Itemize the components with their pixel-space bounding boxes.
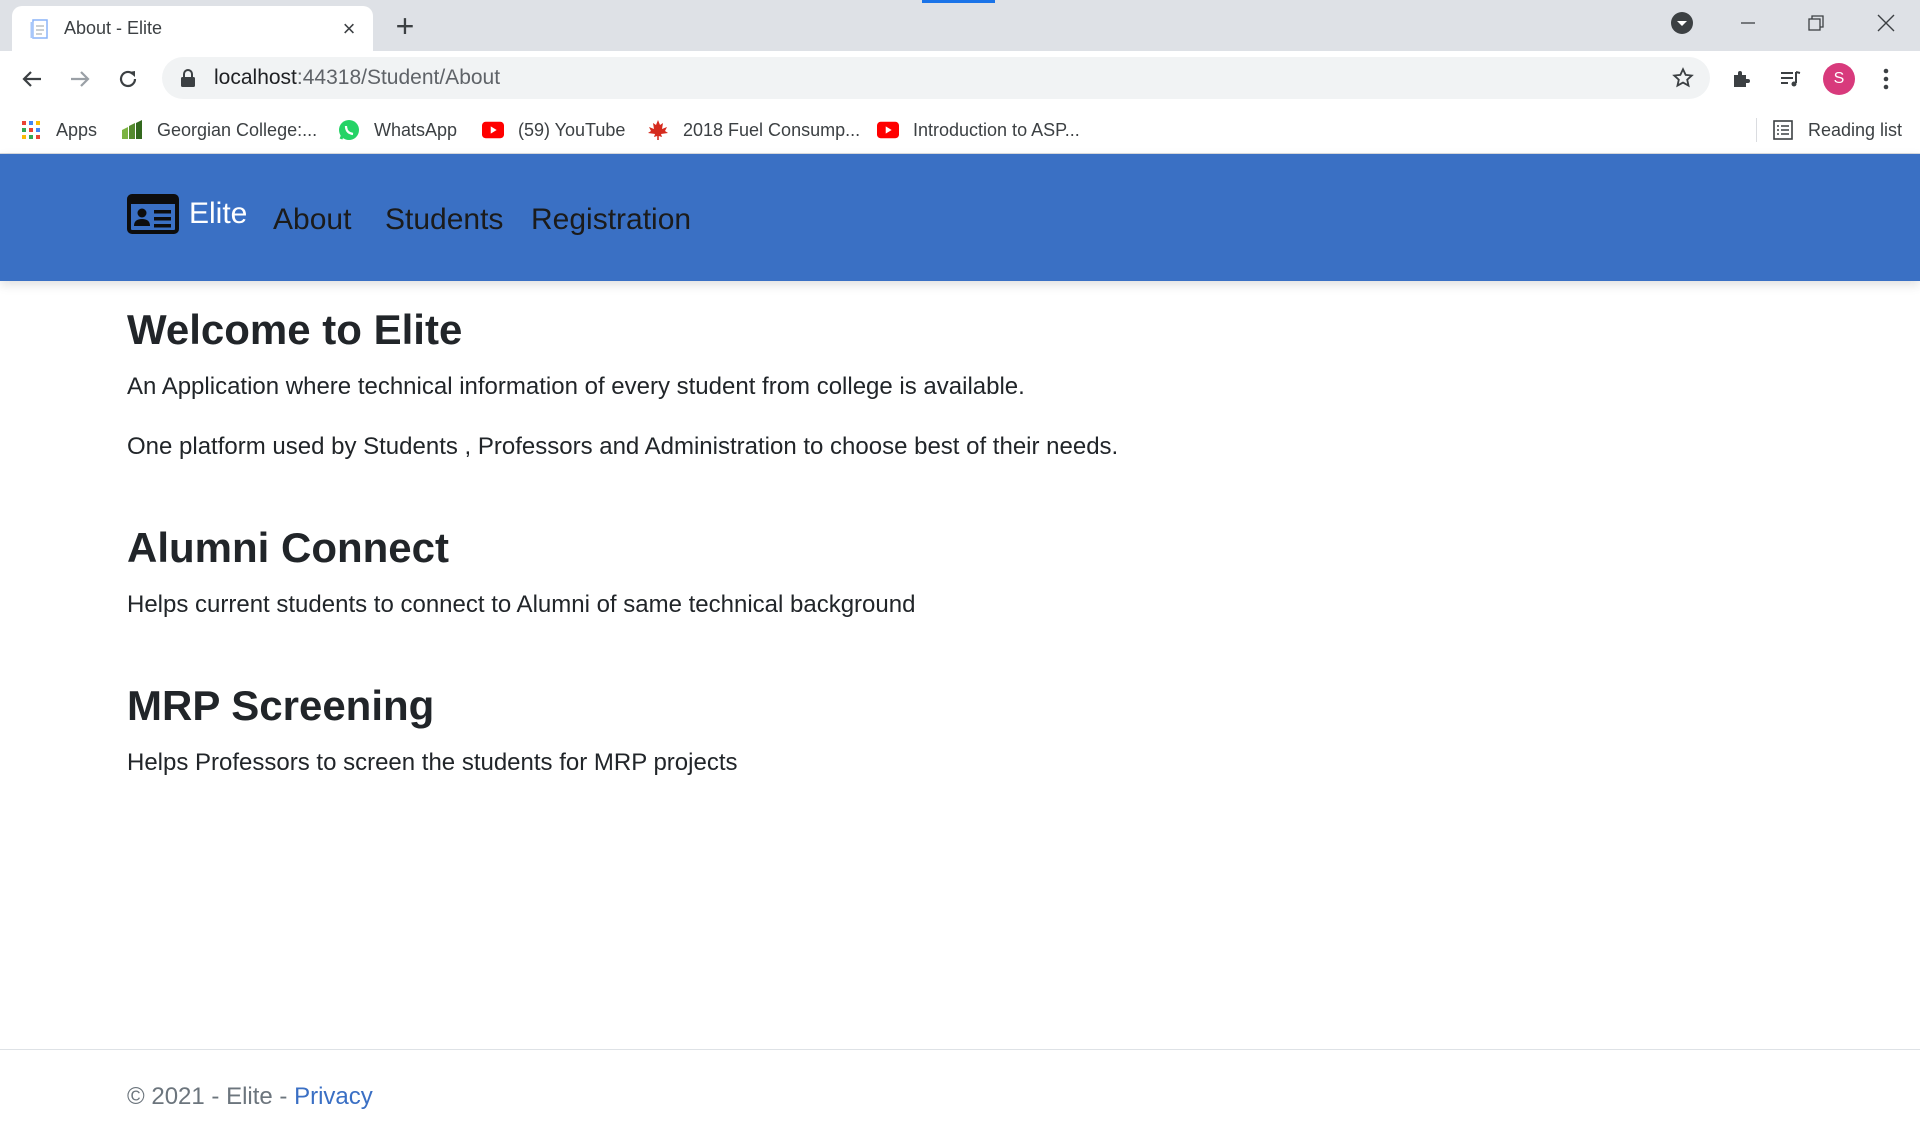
new-tab-button[interactable]: + [390, 10, 420, 42]
tab-indicator [922, 0, 995, 3]
youtube-icon [877, 119, 899, 141]
site-navbar: Elite About Students Registration [0, 154, 1920, 281]
bookmarks-divider [1756, 118, 1757, 142]
georgian-college-icon [121, 119, 143, 141]
tab-strip: About - Elite × + [0, 0, 1920, 51]
media-control-icon[interactable] [1772, 61, 1808, 97]
close-tab-icon[interactable]: × [339, 17, 359, 39]
bookmark-label: Introduction to ASP... [913, 119, 1080, 140]
welcome-paragraph-2: One platform used by Students , Professo… [127, 433, 1119, 460]
reload-icon[interactable] [110, 61, 146, 97]
url-path: :44318/Student/About [296, 66, 501, 89]
bookmark-label: Georgian College:... [157, 119, 318, 140]
tab-search-icon[interactable] [1662, 6, 1702, 40]
forward-icon[interactable] [62, 61, 98, 97]
nav-link-about[interactable]: About [273, 203, 351, 237]
footer-divider [0, 1049, 1920, 1050]
bookmark-label: (59) YouTube [518, 119, 626, 140]
id-card-icon [127, 194, 179, 234]
footer: © 2021 - Elite - Privacy [127, 1083, 373, 1111]
bookmark-label: 2018 Fuel Consump... [683, 119, 861, 140]
reading-list-label: Reading list [1808, 119, 1903, 140]
back-icon[interactable] [14, 61, 50, 97]
bookmark-label: WhatsApp [374, 119, 458, 140]
more-menu-icon[interactable] [1868, 61, 1904, 97]
reading-list-icon [1772, 119, 1794, 141]
youtube-icon [482, 119, 504, 141]
mrp-heading: MRP Screening [127, 682, 435, 729]
alumni-paragraph: Helps current students to connect to Alu… [127, 591, 916, 618]
bookmark-whatsapp[interactable]: WhatsApp [338, 106, 457, 154]
footer-copyright: © 2021 - Elite - [127, 1083, 295, 1110]
brand-name: Elite [189, 197, 248, 230]
bookmark-youtube[interactable]: (59) YouTube [482, 106, 625, 154]
close-window-icon[interactable] [1866, 6, 1906, 40]
apps-grid-icon [20, 119, 42, 141]
bookmark-star-icon[interactable] [1672, 67, 1694, 89]
mrp-paragraph: Helps Professors to screen the students … [127, 749, 738, 776]
tab-title: About - Elite [64, 18, 163, 38]
lock-icon [181, 69, 195, 87]
brand-link[interactable]: Elite [127, 194, 247, 234]
bookmark-intro-asp[interactable]: Introduction to ASP... [877, 106, 1080, 154]
bookmark-fuel-consumption[interactable]: 2018 Fuel Consump... [647, 106, 860, 154]
profile-avatar[interactable]: S [1823, 63, 1855, 95]
url-text: localhost:44318/Student/About [214, 66, 500, 90]
bookmark-label: Apps [56, 119, 98, 140]
nav-link-registration[interactable]: Registration [531, 203, 691, 237]
url-host: localhost [214, 66, 297, 89]
restore-icon[interactable] [1796, 6, 1836, 40]
whatsapp-icon [338, 119, 360, 141]
bookmarks-bar: Apps Georgian College:... WhatsApp (59) … [0, 106, 1920, 154]
bookmark-georgian-college[interactable]: Georgian College:... [121, 106, 317, 154]
minimize-icon[interactable] [1728, 6, 1768, 40]
privacy-link[interactable]: Privacy [294, 1083, 373, 1110]
reading-list-button[interactable]: Reading list [1772, 106, 1902, 154]
alumni-heading: Alumni Connect [127, 524, 449, 571]
bookmark-apps[interactable]: Apps [20, 106, 97, 154]
tab-about-elite[interactable]: About - Elite × [12, 6, 373, 51]
welcome-heading: Welcome to Elite [127, 306, 463, 353]
nav-link-students[interactable]: Students [385, 203, 503, 237]
maple-leaf-icon [647, 119, 669, 141]
page-icon [30, 18, 48, 39]
extensions-puzzle-icon[interactable] [1724, 61, 1760, 97]
welcome-paragraph-1: An Application where technical informati… [127, 373, 1025, 400]
address-bar[interactable]: localhost:44318/Student/About [162, 57, 1710, 99]
browser-toolbar: localhost:44318/Student/About S [0, 51, 1920, 106]
